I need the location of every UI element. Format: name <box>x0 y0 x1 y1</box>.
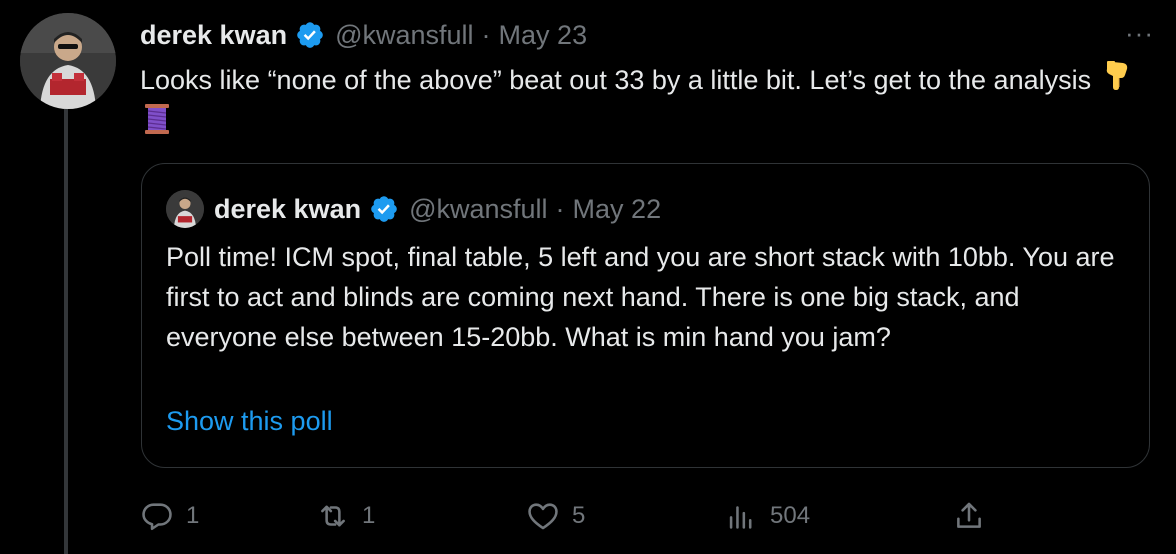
action-bar: 1 1 5 504 <box>140 496 1000 536</box>
reply-icon <box>140 499 174 533</box>
quoted-tweet-header: derek kwan @kwansfull · May 22 <box>166 189 661 229</box>
thread-spool-icon <box>144 103 170 146</box>
like-count: 5 <box>572 502 586 529</box>
tweet-text: Looks like “none of the above” beat out … <box>140 65 1092 95</box>
tweet-text-container: Looks like “none of the above” beat out … <box>140 60 1140 146</box>
quoted-tweet-card[interactable]: derek kwan @kwansfull · May 22 Poll time… <box>141 163 1150 468</box>
author-name[interactable]: derek kwan <box>140 20 287 51</box>
like-button[interactable]: 5 <box>526 496 585 536</box>
backhand-index-pointing-down-icon <box>1103 61 1131 102</box>
share-button[interactable] <box>952 496 986 536</box>
views-chart-icon <box>724 499 758 533</box>
reply-count: 1 <box>186 502 200 529</box>
more-options-icon[interactable]: ··· <box>1125 18 1154 49</box>
tweet-date[interactable]: May 23 <box>499 20 588 51</box>
views-count: 504 <box>770 502 811 529</box>
separator-dot: · <box>481 19 491 50</box>
thread-line <box>64 100 68 554</box>
quoted-avatar <box>166 190 204 228</box>
retweet-count: 1 <box>362 502 376 529</box>
heart-icon <box>526 499 560 533</box>
quoted-author-name: derek kwan <box>214 193 362 224</box>
views-button[interactable]: 504 <box>724 496 810 536</box>
quoted-author-handle: @kwansfull <box>409 193 548 224</box>
author-handle[interactable]: @kwansfull <box>335 20 473 51</box>
reply-button[interactable]: 1 <box>140 496 199 536</box>
avatar[interactable] <box>20 13 116 109</box>
separator-dot: · <box>555 193 565 224</box>
show-poll-link[interactable]: Show this poll <box>166 406 333 437</box>
quoted-tweet-text: Poll time! ICM spot, final table, 5 left… <box>166 242 1115 352</box>
share-icon <box>952 499 986 533</box>
quoted-tweet-date: May 22 <box>572 193 662 224</box>
retweet-button[interactable]: 1 <box>316 496 375 536</box>
verified-badge-icon <box>295 20 325 50</box>
retweet-icon <box>316 499 350 533</box>
tweet-header: derek kwan @kwansfull · May 23 <box>140 17 587 53</box>
verified-badge-icon <box>369 194 399 224</box>
